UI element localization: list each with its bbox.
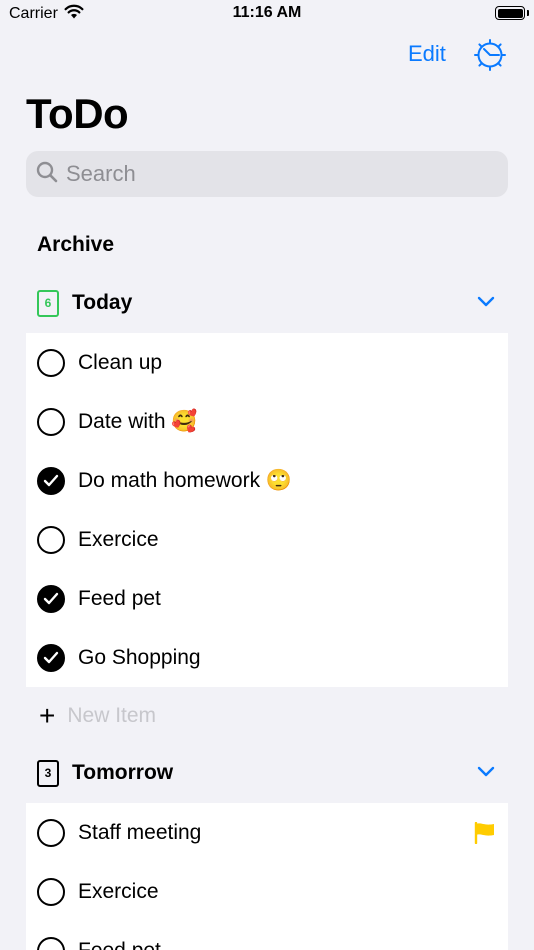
status-bar: Carrier 11:16 AM (0, 0, 534, 30)
item-label: Date with 🥰 (78, 409, 198, 433)
item-label: Staff meeting (78, 820, 202, 844)
section-title: Today (72, 291, 133, 314)
section-header-today[interactable]: 6 Today (26, 283, 508, 323)
item-label: Go Shopping (78, 645, 201, 669)
checkbox[interactable] (37, 407, 65, 436)
today-list: Clean up Date with 🥰 Do math homework 🙄 … (26, 333, 508, 687)
new-item-button[interactable]: + New Item (26, 700, 508, 732)
calendar-icon: 3 (37, 759, 59, 787)
battery-tip (527, 10, 529, 16)
section-header-tomorrow[interactable]: 3 Tomorrow (26, 753, 508, 793)
search-input[interactable] (66, 161, 486, 187)
settings-button[interactable] (473, 38, 507, 72)
chevron-down-icon[interactable] (477, 765, 495, 783)
checkbox[interactable] (37, 348, 65, 377)
item-label: Do math homework 🙄 (78, 468, 293, 492)
list-item[interactable]: Exercice (26, 862, 508, 921)
new-item-label: New Item (67, 704, 157, 727)
search-bar[interactable] (26, 151, 508, 197)
item-label: Exercice (78, 527, 159, 551)
plus-icon: + (39, 700, 56, 731)
page-title: ToDo (26, 90, 129, 137)
checkmark-icon (43, 592, 59, 605)
gear-timer-icon (473, 39, 507, 76)
list-item[interactable]: Feed pet (26, 921, 508, 950)
screen: Carrier 11:16 AM Edit ToDo Search Archiv… (0, 0, 534, 950)
list-item[interactable]: Staff meeting (26, 803, 508, 862)
list-item[interactable]: Clean up (26, 333, 508, 392)
item-label: Feed pet (78, 938, 161, 950)
battery-icon (495, 6, 525, 20)
list-item[interactable]: Do math homework 🙄 (26, 451, 508, 510)
section-title: Tomorrow (72, 761, 174, 784)
list-item[interactable]: Feed pet (26, 569, 508, 628)
list-item[interactable]: Exercice (26, 510, 508, 569)
checkbox[interactable] (37, 525, 65, 554)
status-time: 11:16 AM (232, 4, 302, 21)
tomorrow-list: Staff meeting Exercice Feed pet (26, 803, 508, 950)
edit-button[interactable]: Edit (408, 41, 446, 67)
item-label: Clean up (78, 350, 163, 374)
checkbox[interactable] (37, 818, 65, 847)
flag-icon (474, 821, 496, 849)
archive-link[interactable]: Archive (37, 233, 114, 257)
checkmark-icon (43, 474, 59, 487)
checkbox[interactable] (37, 936, 65, 950)
list-item[interactable]: Go Shopping (26, 628, 508, 687)
list-item[interactable]: Date with 🥰 (26, 392, 508, 451)
checkmark-icon (43, 651, 59, 664)
chevron-down-icon[interactable] (477, 295, 495, 313)
checkbox-checked[interactable] (37, 466, 65, 495)
item-label: Exercice (78, 879, 159, 903)
checkbox-checked[interactable] (37, 643, 65, 672)
checkbox[interactable] (37, 877, 65, 906)
item-label: Feed pet (78, 586, 161, 610)
checkbox-checked[interactable] (37, 584, 65, 613)
calendar-icon: 6 (37, 289, 59, 317)
search-icon (36, 161, 58, 188)
